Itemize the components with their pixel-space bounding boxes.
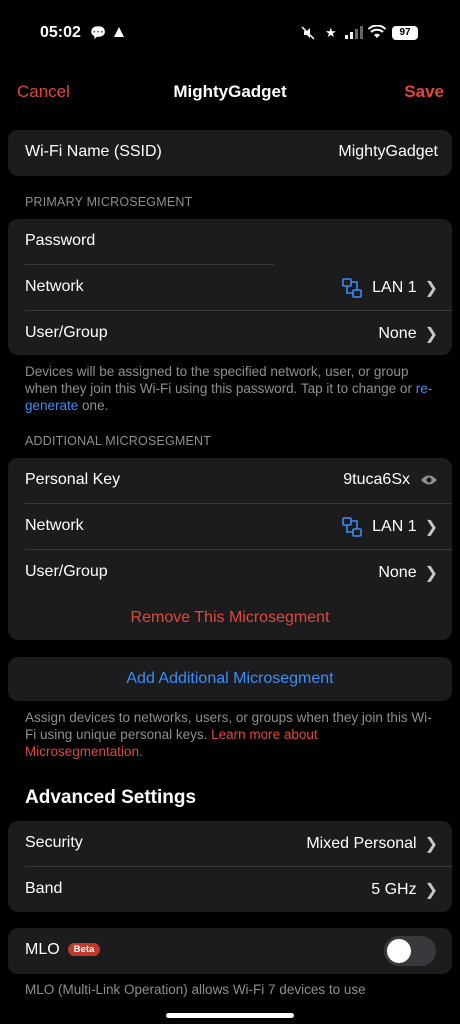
lan-icon	[342, 278, 362, 298]
chevron-right-icon: ❯	[424, 836, 438, 853]
primary-usergroup-row[interactable]: User/Group None ❯	[8, 311, 452, 355]
chevron-right-icon: ❯	[424, 280, 438, 297]
primary-header: PRIMARY MICROSEGMENT	[25, 195, 193, 209]
status-bar: 05:02 💬 ★ 97	[0, 0, 460, 64]
lan-icon	[342, 517, 362, 537]
save-button[interactable]: Save	[404, 82, 444, 102]
chevron-right-icon: ❯	[424, 882, 438, 899]
additional-network-row[interactable]: Network LAN 1 ❯	[8, 504, 452, 550]
mlo-card: MLO Beta	[8, 928, 452, 974]
add-microsegment-button[interactable]: Add Additional Microsegment	[8, 670, 452, 688]
ssid-row[interactable]: Wi-Fi Name (SSID) MightyGadget	[8, 130, 452, 176]
star-icon: ★	[325, 25, 337, 40]
primary-card: Password Network LAN 1 ❯ User/Group None…	[8, 219, 452, 355]
home-indicator[interactable]	[166, 1013, 294, 1018]
security-label: Security	[25, 834, 83, 851]
mlo-row: MLO Beta	[8, 928, 452, 974]
chevron-right-icon: ❯	[424, 565, 438, 582]
primary-footer-text: Devices will be assigned to the specifie…	[25, 364, 416, 396]
mute-icon	[300, 25, 316, 44]
usergroup-value: None	[378, 564, 417, 581]
beta-badge: Beta	[67, 943, 101, 957]
band-label: Band	[25, 880, 63, 897]
additional-header: ADDITIONAL MICROSEGMENT	[25, 434, 212, 448]
chevron-right-icon: ❯	[424, 326, 438, 343]
add-footer: Assign devices to networks, users, or gr…	[25, 709, 435, 760]
mlo-toggle[interactable]	[384, 936, 436, 966]
additional-usergroup-row[interactable]: User/Group None ❯	[8, 550, 452, 596]
remove-microsegment-button[interactable]: Remove This Microsegment	[8, 609, 452, 627]
usergroup-label: User/Group	[25, 563, 108, 580]
personal-key-label: Personal Key	[25, 471, 121, 488]
toggle-knob	[387, 939, 411, 963]
security-value: Mixed Personal	[306, 835, 417, 852]
ssid-card: Wi-Fi Name (SSID) MightyGadget	[8, 130, 452, 176]
personal-key-row[interactable]: Personal Key 9tuca6Sx	[8, 458, 452, 504]
security-row[interactable]: Security Mixed Personal ❯	[8, 821, 452, 867]
status-time: 05:02	[40, 24, 81, 41]
primary-footer-end: one.	[78, 398, 109, 413]
app-icon	[112, 25, 126, 42]
signal-icon	[345, 26, 363, 42]
chevron-right-icon: ❯	[424, 519, 438, 536]
mlo-label: MLO	[25, 941, 60, 958]
usergroup-label: User/Group	[25, 324, 108, 341]
mlo-footer: MLO (Multi-Link Operation) allows Wi-Fi …	[25, 982, 366, 997]
advanced-card: Security Mixed Personal ❯ Band 5 GHz ❯	[8, 821, 452, 912]
additional-card: Personal Key 9tuca6Sx Network LAN 1 ❯ Us…	[8, 458, 452, 640]
band-value: 5 GHz	[371, 881, 417, 898]
password-label: Password	[25, 232, 96, 249]
chat-icon: 💬	[90, 25, 107, 40]
band-row[interactable]: Band 5 GHz ❯	[8, 867, 452, 912]
cancel-button[interactable]: Cancel	[17, 82, 70, 102]
battery-indicator: 97	[392, 26, 418, 40]
network-value: LAN 1	[372, 518, 417, 535]
network-value: LAN 1	[372, 279, 417, 296]
add-microsegment-card: Add Additional Microsegment	[8, 657, 452, 701]
primary-network-row[interactable]: Network LAN 1 ❯	[8, 265, 452, 311]
password-row[interactable]: Password	[8, 219, 452, 265]
eye-icon[interactable]	[420, 474, 438, 486]
advanced-settings-title: Advanced Settings	[25, 787, 197, 808]
usergroup-value: None	[378, 325, 417, 342]
network-label: Network	[25, 517, 84, 534]
network-label: Network	[25, 278, 84, 295]
primary-footer: Devices will be assigned to the specifie…	[25, 363, 435, 414]
personal-key-value: 9tuca6Sx	[343, 471, 410, 488]
wifi-icon	[367, 24, 387, 42]
ssid-label: Wi-Fi Name (SSID)	[25, 143, 162, 160]
ssid-value: MightyGadget	[338, 143, 438, 160]
